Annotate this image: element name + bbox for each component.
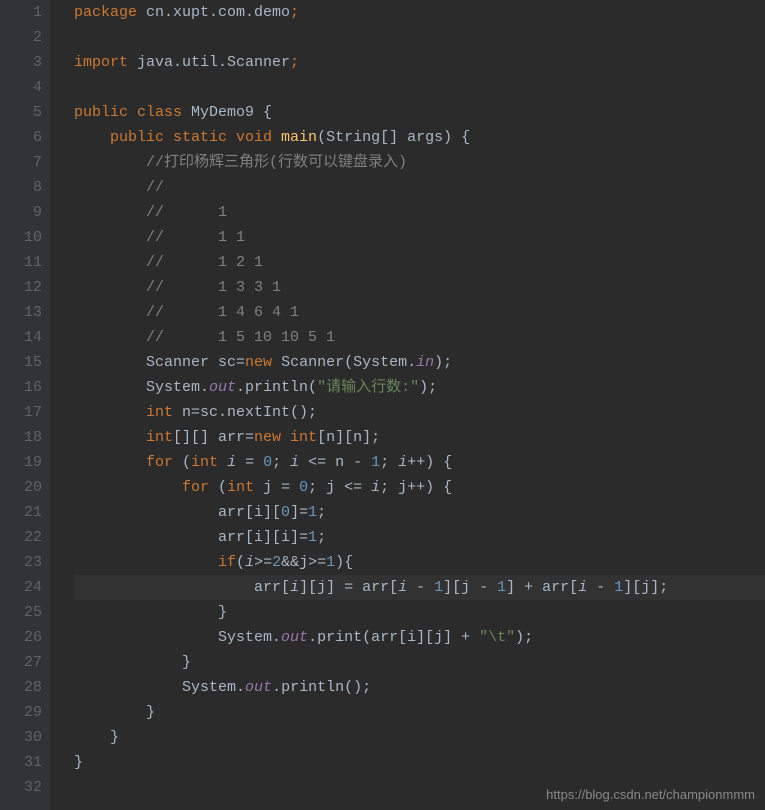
line-gutter: 1 2 3 4 5 6 7 8 9 10 11 12 13 14 15 16 1… xyxy=(0,0,50,810)
line-number: 31 xyxy=(0,750,42,775)
line-number: 10 xyxy=(0,225,42,250)
code-line: // 1 1 xyxy=(74,225,765,250)
code-line: // 1 xyxy=(74,200,765,225)
code-line: } xyxy=(74,600,765,625)
line-number: 7 xyxy=(0,150,42,175)
line-number: 22 xyxy=(0,525,42,550)
code-line: arr[i][i]=1; xyxy=(74,525,765,550)
line-number: 20 xyxy=(0,475,42,500)
line-number: 5 xyxy=(0,100,42,125)
code-line: arr[i][0]=1; xyxy=(74,500,765,525)
code-line: if(i>=2&&j>=1){ xyxy=(74,550,765,575)
code-line: // 1 4 6 4 1 xyxy=(74,300,765,325)
line-number: 19 xyxy=(0,450,42,475)
code-line xyxy=(74,75,765,100)
line-number: 24 xyxy=(0,575,42,600)
code-line: for (int j = 0; j <= i; j++) { xyxy=(74,475,765,500)
line-number: 15 xyxy=(0,350,42,375)
line-number: 14 xyxy=(0,325,42,350)
code-line: package cn.xupt.com.demo; xyxy=(74,0,765,25)
code-line: Scanner sc=new Scanner(System.in); xyxy=(74,350,765,375)
line-number: 26 xyxy=(0,625,42,650)
line-number: 32 xyxy=(0,775,42,800)
code-line: // xyxy=(74,175,765,200)
code-line: public static void main(String[] args) { xyxy=(74,125,765,150)
code-line: } xyxy=(74,700,765,725)
code-line: System.out.println(); xyxy=(74,675,765,700)
line-number: 17 xyxy=(0,400,42,425)
line-number: 25 xyxy=(0,600,42,625)
code-line: System.out.print(arr[i][j] + "\t"); xyxy=(74,625,765,650)
code-line: // 1 3 3 1 xyxy=(74,275,765,300)
code-line: import java.util.Scanner; xyxy=(74,50,765,75)
code-line: } xyxy=(74,725,765,750)
line-number: 28 xyxy=(0,675,42,700)
code-line: // 1 2 1 xyxy=(74,250,765,275)
line-number: 16 xyxy=(0,375,42,400)
line-number: 11 xyxy=(0,250,42,275)
code-line: //打印杨辉三角形(行数可以键盘录入) xyxy=(74,150,765,175)
code-editor[interactable]: 1 2 3 4 5 6 7 8 9 10 11 12 13 14 15 16 1… xyxy=(0,0,765,810)
line-number: 13 xyxy=(0,300,42,325)
line-number: 8 xyxy=(0,175,42,200)
line-number: 18 xyxy=(0,425,42,450)
watermark: https://blog.csdn.net/championmmm xyxy=(546,787,755,802)
line-number: 2 xyxy=(0,25,42,50)
line-number: 23 xyxy=(0,550,42,575)
code-line: int[][] arr=new int[n][n]; xyxy=(74,425,765,450)
line-number: 27 xyxy=(0,650,42,675)
code-area[interactable]: package cn.xupt.com.demo; import java.ut… xyxy=(70,0,765,810)
code-line: public class MyDemo9 { xyxy=(74,100,765,125)
line-number: 4 xyxy=(0,75,42,100)
code-line: for (int i = 0; i <= n - 1; i++) { xyxy=(74,450,765,475)
code-line: } xyxy=(74,650,765,675)
code-line: } xyxy=(74,750,765,775)
code-line: System.out.println("请输入行数:"); xyxy=(74,375,765,400)
line-number: 3 xyxy=(0,50,42,75)
code-line: // 1 5 10 10 5 1 xyxy=(74,325,765,350)
line-number: 9 xyxy=(0,200,42,225)
line-number: 12 xyxy=(0,275,42,300)
fold-column xyxy=(50,0,70,810)
code-line: int n=sc.nextInt(); xyxy=(74,400,765,425)
code-line xyxy=(74,25,765,50)
line-number: 30 xyxy=(0,725,42,750)
line-number: 6 xyxy=(0,125,42,150)
code-line: arr[i][j] = arr[i - 1][j - 1] + arr[i - … xyxy=(74,575,765,600)
line-number: 1 xyxy=(0,0,42,25)
line-number: 21 xyxy=(0,500,42,525)
line-number: 29 xyxy=(0,700,42,725)
